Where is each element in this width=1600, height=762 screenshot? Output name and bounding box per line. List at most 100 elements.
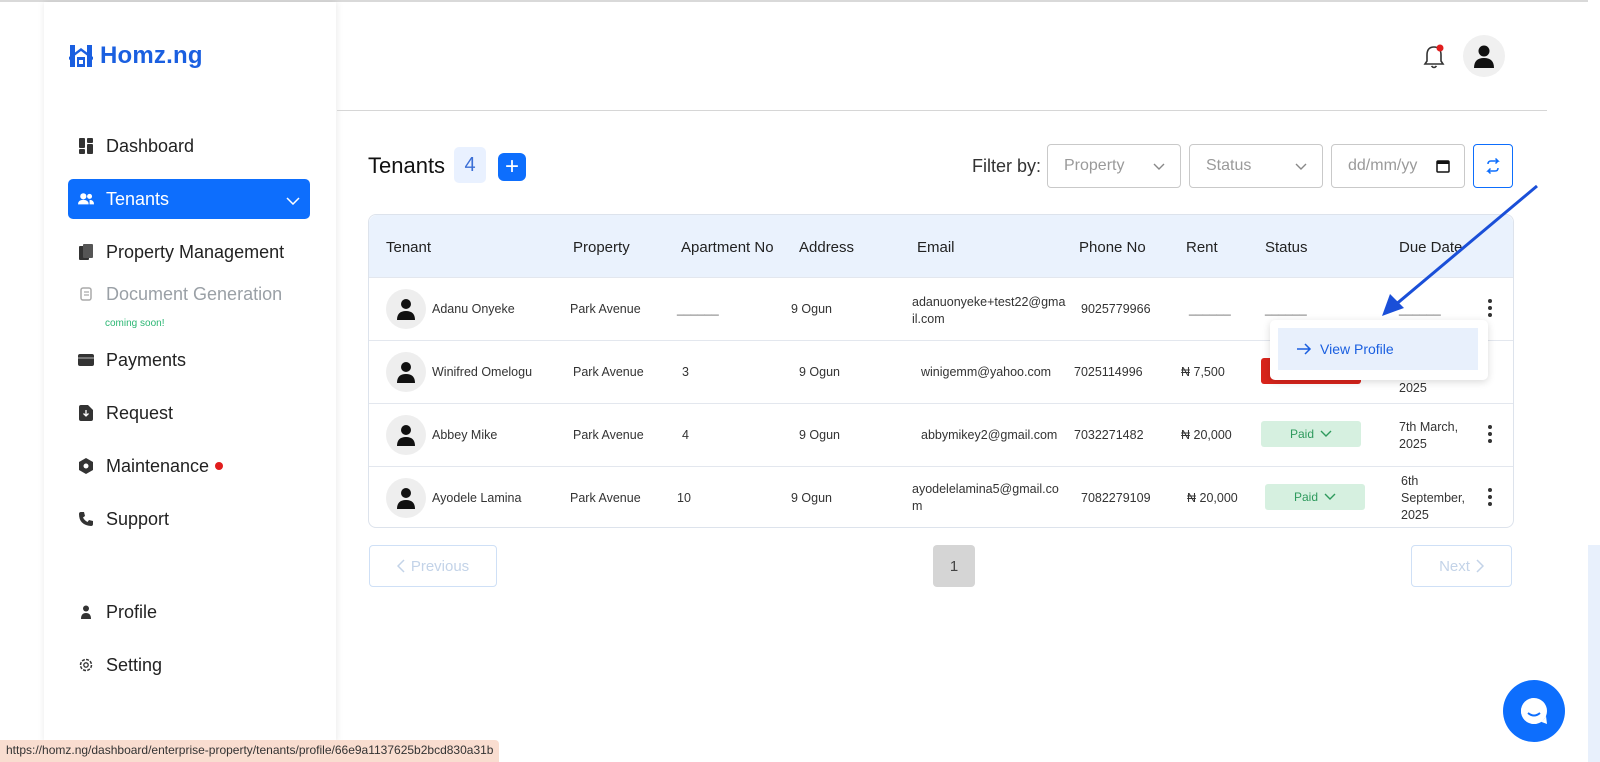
column-header: Tenant xyxy=(386,239,432,256)
phone-cell: 7032271482 xyxy=(1074,428,1144,442)
rent-cell: ₦ 20,000 xyxy=(1181,428,1232,442)
notification-dot xyxy=(215,462,224,470)
address-cell: 9 Ogun xyxy=(799,428,841,442)
email-cell: adanuonyeke+test22@gma il.com xyxy=(912,295,1066,326)
table-row[interactable]: Ayodele Lamina Park Avenue 10 9 Ogun ayo… xyxy=(369,466,1513,529)
row-menu-button[interactable] xyxy=(1485,425,1495,443)
status-badge-paid[interactable]: Paid xyxy=(1265,484,1365,510)
table-row[interactable]: Abbey Mike Park Avenue 4 9 Ogun abbymike… xyxy=(369,403,1513,466)
sidebar-item-document-generation: Document Generation xyxy=(68,274,310,314)
status-cell: ______ xyxy=(1265,302,1307,316)
property-cell: Park Avenue xyxy=(573,365,644,379)
sidebar-item-label: Payments xyxy=(106,349,187,370)
chat-widget-button[interactable] xyxy=(1503,680,1565,742)
annotation-arrow-icon xyxy=(1382,184,1538,316)
status-bar-url: https://homz.ng/dashboard/enterprise-pro… xyxy=(0,740,500,762)
address-cell: 9 Ogun xyxy=(799,365,841,379)
address-cell: 9 Ogun xyxy=(791,491,833,505)
sidebar-item-maintenance[interactable]: Maintenance xyxy=(68,446,310,486)
view-profile-menu-item[interactable]: View Profile xyxy=(1278,328,1478,370)
sidebar-item-label: Support xyxy=(106,508,170,529)
phone-icon xyxy=(78,511,94,527)
phone-cell: 7082279109 xyxy=(1081,491,1151,505)
user-icon xyxy=(397,488,415,509)
table-header: Tenant Property Apartment No Address Ema… xyxy=(369,215,1513,277)
sidebar-item-profile[interactable]: Profile xyxy=(68,592,310,632)
sidebar-item-support[interactable]: Support xyxy=(68,499,310,539)
due-date-cell: 7th March, 2025 xyxy=(1399,420,1459,451)
chevron-right-icon xyxy=(1476,559,1484,573)
tenant-name: Abbey Mike xyxy=(432,428,498,442)
tenant-avatar xyxy=(386,478,426,518)
rent-cell: ______ xyxy=(1189,302,1231,316)
sidebar-item-label: Profile xyxy=(106,601,158,622)
apartment-cell: ______ xyxy=(677,302,719,316)
phone-cell: 9025779966 xyxy=(1081,302,1151,316)
chat-bubble-icon xyxy=(1521,698,1547,724)
arrow-right-icon xyxy=(1297,343,1312,355)
wallet-icon xyxy=(78,352,94,368)
tenant-avatar xyxy=(386,289,426,329)
chevron-down-icon xyxy=(1324,493,1336,500)
sidebar-item-label: Request xyxy=(106,402,174,423)
user-icon xyxy=(1474,45,1494,68)
building-icon xyxy=(78,244,94,260)
status-filter-select[interactable]: Status xyxy=(1189,144,1323,188)
property-cell: Park Avenue xyxy=(573,428,644,442)
tenant-avatar xyxy=(386,352,426,392)
sidebar-item-request[interactable]: Request xyxy=(68,393,310,433)
sidebar-item-label: Property Management xyxy=(106,241,285,262)
sidebar-item-tenants[interactable]: Tenants xyxy=(68,179,310,219)
tenant-name: Winifred Omelogu xyxy=(432,365,533,379)
brand-name: Homz.ng xyxy=(100,42,203,69)
email-cell: abbymikey2@gmail.com xyxy=(921,428,1058,442)
sidebar-item-label: Document Generation xyxy=(106,283,283,304)
chevron-down-icon[interactable] xyxy=(286,189,300,210)
previous-page-button[interactable]: Previous xyxy=(369,545,497,587)
scrollbar-track[interactable] xyxy=(1588,545,1600,762)
rent-cell: ₦ 20,000 xyxy=(1187,491,1238,505)
apartment-cell: 10 xyxy=(677,491,691,505)
apartment-cell: 4 xyxy=(682,428,689,442)
add-tenant-button[interactable]: + xyxy=(498,153,526,181)
dashboard-icon xyxy=(78,138,94,154)
sidebar-item-property-management[interactable]: Property Management xyxy=(68,232,310,272)
status-badge-paid[interactable]: Paid xyxy=(1261,421,1361,447)
column-header: Status xyxy=(1265,239,1308,256)
user-icon xyxy=(397,299,415,320)
next-page-button[interactable]: Next xyxy=(1411,545,1512,587)
header-divider xyxy=(337,110,1547,111)
column-header: Rent xyxy=(1186,239,1218,256)
tenant-avatar xyxy=(386,415,426,455)
column-header: Address xyxy=(799,239,855,256)
column-header: Phone No xyxy=(1079,239,1146,256)
request-icon xyxy=(78,405,94,421)
page-number-button[interactable]: 1 xyxy=(933,545,975,587)
house-logo-icon xyxy=(69,45,93,67)
due-date-cell: 2025 xyxy=(1399,381,1427,395)
email-cell: winigemm@yahoo.com xyxy=(921,365,1052,379)
chevron-down-icon xyxy=(1295,163,1307,170)
chevron-down-icon xyxy=(1320,430,1332,437)
row-menu-button[interactable] xyxy=(1485,488,1495,506)
chevron-down-icon xyxy=(1153,163,1165,170)
calendar-icon[interactable] xyxy=(1436,159,1450,173)
brand-logo[interactable]: Homz.ng xyxy=(68,42,203,70)
column-header: Apartment No xyxy=(681,239,774,256)
bell-icon[interactable] xyxy=(1422,44,1446,75)
apartment-cell: 3 xyxy=(682,365,689,379)
email-cell: ayodelelamina5@gmail.co m xyxy=(912,482,1059,513)
due-date-cell: 6th September, 2025 xyxy=(1401,474,1465,522)
users-icon xyxy=(78,191,94,207)
sidebar-item-dashboard[interactable]: Dashboard xyxy=(68,126,310,166)
tenant-name: Ayodele Lamina xyxy=(432,491,522,505)
filter-label: Filter by: xyxy=(972,156,1042,176)
sidebar-item-label: Maintenance xyxy=(106,455,210,476)
sidebar-item-payments[interactable]: Payments xyxy=(68,340,310,380)
user-icon xyxy=(397,425,415,446)
coming-soon-label: coming soon! xyxy=(105,318,165,329)
sidebar-item-setting[interactable]: Setting xyxy=(68,645,310,685)
maintenance-icon xyxy=(78,458,94,474)
property-filter-select[interactable]: Property xyxy=(1047,144,1181,188)
user-avatar[interactable] xyxy=(1463,35,1505,77)
